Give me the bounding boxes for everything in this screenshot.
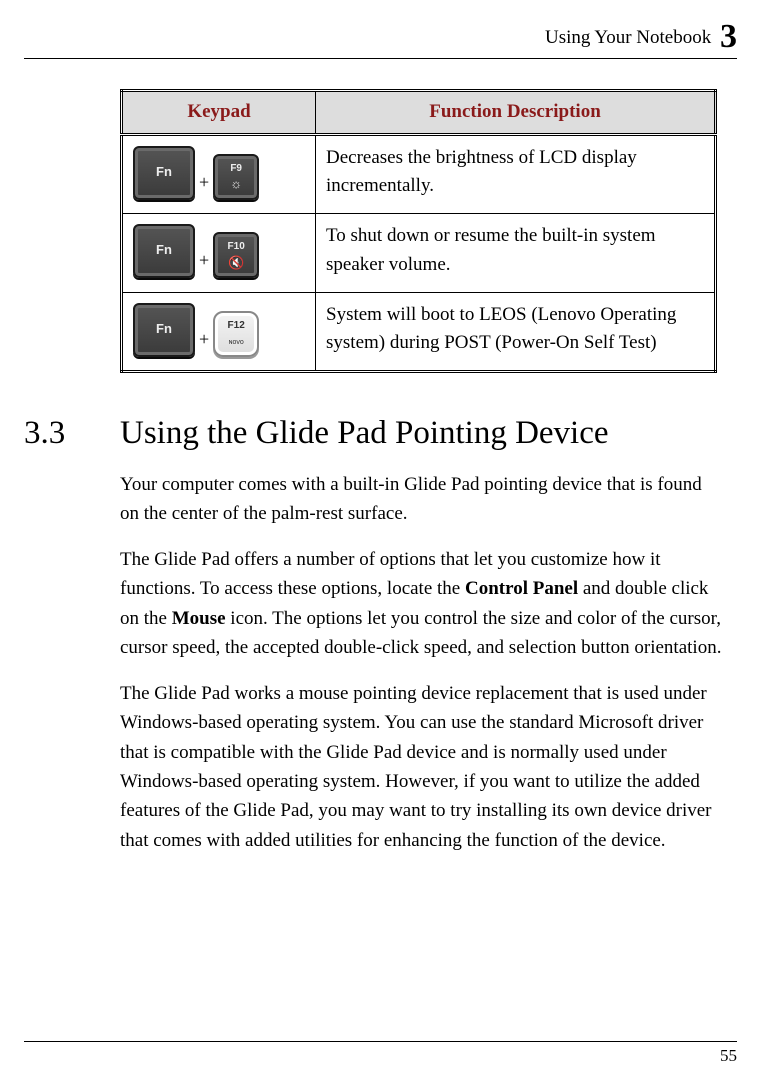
plus-separator: + xyxy=(197,247,211,278)
mute-icon: 🔇 xyxy=(215,253,257,273)
table-row: Fn + F12 ɴᴏᴠᴏ System will boot to LEOS (… xyxy=(122,292,716,372)
fn-key-icon: Fn xyxy=(133,224,195,278)
section-heading: 3.3 Using the Glide Pad Pointing Device xyxy=(24,415,737,452)
chapter-number: 3 xyxy=(720,18,737,55)
keypad-cell: Fn + F9 ☼ xyxy=(122,134,316,214)
f9-key-icon: F9 ☼ xyxy=(213,154,259,200)
running-header: Using Your Notebook 3 xyxy=(24,18,737,59)
table-header-keypad: Keypad xyxy=(122,91,316,135)
description-cell: To shut down or resume the built-in syst… xyxy=(316,214,716,293)
hotkey-table: Keypad Function Description Fn + xyxy=(120,89,717,373)
keypad-cell: Fn + F12 ɴᴏᴠᴏ xyxy=(122,292,316,372)
paragraph: The Glide Pad offers a number of options… xyxy=(120,545,725,663)
paragraph: The Glide Pad works a mouse pointing dev… xyxy=(120,679,725,856)
page-footer: 55 xyxy=(24,1041,737,1066)
running-title: Using Your Notebook xyxy=(545,27,711,48)
plus-separator: + xyxy=(197,326,211,357)
fn-key-icon: Fn xyxy=(133,146,195,200)
novo-icon: ɴᴏᴠᴏ xyxy=(215,338,257,349)
brightness-down-icon: ☼ xyxy=(215,174,257,194)
plus-separator: + xyxy=(197,169,211,200)
keypad-cell: Fn + F10 🔇 xyxy=(122,214,316,293)
description-cell: System will boot to LEOS (Lenovo Operati… xyxy=(316,292,716,372)
f10-key-icon: F10 🔇 xyxy=(213,232,259,278)
fn-key-icon: Fn xyxy=(133,303,195,357)
table-row: Fn + F10 🔇 To shut down or resume the bu… xyxy=(122,214,716,293)
table-header-desc: Function Description xyxy=(316,91,716,135)
paragraph: Your computer comes with a built-in Glid… xyxy=(120,470,725,529)
page-number: 55 xyxy=(720,1046,737,1065)
f12-key-icon: F12 ɴᴏᴠᴏ xyxy=(213,311,259,357)
description-cell: Decreases the brightness of LCD display … xyxy=(316,134,716,214)
section-title: Using the Glide Pad Pointing Device xyxy=(120,415,609,452)
section-number: 3.3 xyxy=(24,415,120,452)
table-row: Fn + F9 ☼ Decreases the brightness of LC… xyxy=(122,134,716,214)
